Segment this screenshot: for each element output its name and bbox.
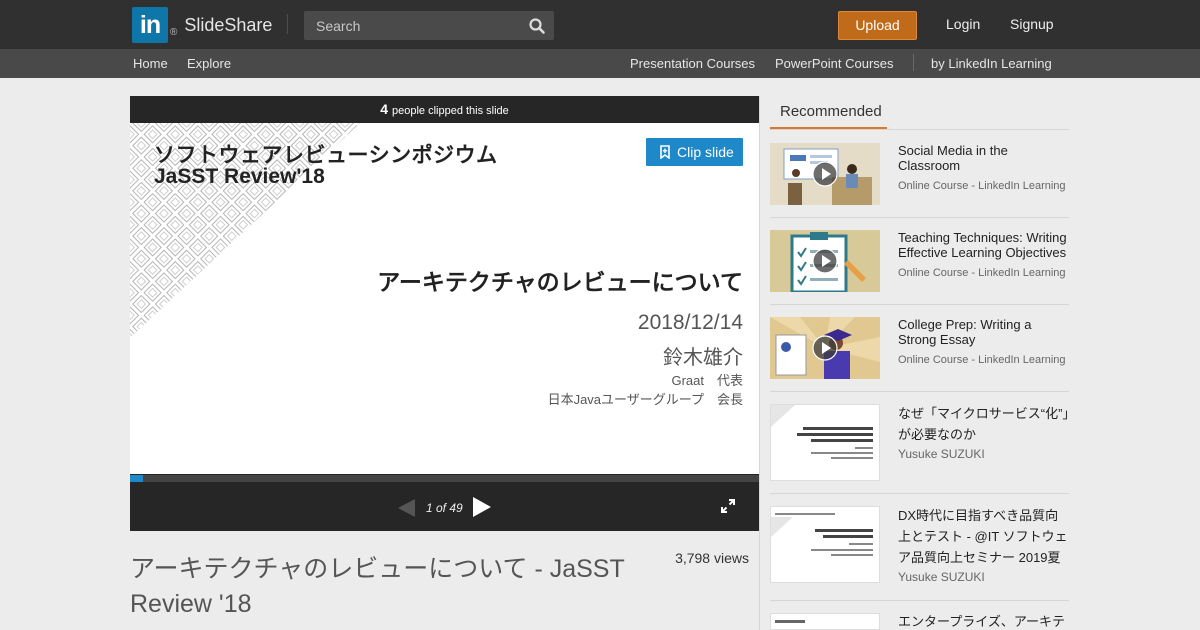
item-separator [770,304,1069,305]
registered-mark: ® [170,26,178,38]
slide-author: 鈴木雄介 [663,347,743,369]
recommended-item-title: なぜ「マイクロサービス“化”」が必要なのか [898,406,1069,442]
slide-role-1: Graat 代表 [671,373,743,388]
nav-explore[interactable]: Explore [187,56,231,71]
nav-home[interactable]: Home [133,56,168,71]
recommended-thumbnail [770,317,880,379]
nav-divider [913,54,914,71]
play-icon [812,161,838,187]
recommended-item-subtitle: Online Course - LinkedIn Learning [898,267,1066,279]
slide-progress-fill [130,475,143,482]
page-indicator: 1 of 49 [426,501,463,515]
recommended-item-title: DX時代に目指すべき品質向上とテスト - @IT ソフトウェア品質向上セミナー … [898,508,1068,565]
slideshare-logo[interactable]: in ® SlideShare [132,7,272,43]
sidebar-divider [759,96,760,630]
item-separator [770,217,1069,218]
slide-date: 2018/12/14 [637,311,743,334]
logo-text: SlideShare [184,14,273,35]
slide-title-line2: JaSST Review'18 [154,165,325,188]
recommended-thumbnail [770,230,880,292]
recommended-item-title: Social Media in the Classroom [898,143,1008,173]
recommended-item-subtitle: Online Course - LinkedIn Learning [898,180,1066,192]
fullscreen-icon[interactable] [721,499,735,513]
slide-progress-bar[interactable] [130,475,759,482]
recommended-thumbnail [770,613,880,630]
view-count: 3,798 views [675,550,749,566]
item-separator [770,600,1069,601]
recommended-item-title: Teaching Techniques: Writing Effective L… [898,230,1067,260]
slide-player: 4 people clipped this slide ソフトウェアレビューシンポ… [130,96,759,531]
slide-main-title: アーキテクチャのレビューについて [377,269,743,295]
recommended-thumbnail [770,404,880,481]
recommended-thumbnail [770,143,880,205]
player-controls: 1 of 49 [130,482,759,531]
item-separator [770,391,1069,392]
play-icon [812,335,838,361]
sub-navigation: Home Explore Presentation Courses PowerP… [0,49,1200,78]
recommended-item-author: Yusuke SUZUKI [898,570,985,584]
login-link[interactable]: Login [946,16,980,32]
recommended-thumbnail [770,506,880,583]
recommended-item-author: Yusuke SUZUKI [898,447,985,461]
recommended-item-subtitle: Online Course - LinkedIn Learning [898,354,1066,366]
top-header: in ® SlideShare Upload Login Signup [0,0,1200,49]
slide-thumbnail-icon [771,507,879,582]
play-icon [812,248,838,274]
linkedin-logo-icon: in [132,7,168,43]
clip-slide-label: Clip slide [677,144,734,160]
tab-recommended[interactable]: Recommended [770,96,887,130]
slide-thumbnail-icon [771,614,879,629]
recommended-item-title: College Prep: Writing a Strong Essay [898,317,1032,347]
clip-slide-button[interactable]: Clip slide [646,138,743,166]
slide-view[interactable]: ソフトウェアレビューシンポジウム JaSST Review'18 アーキテクチャ… [130,123,759,474]
nav-presentation-courses[interactable]: Presentation Courses [630,56,755,71]
sidebar-tab-rule [770,129,1069,130]
document-title: アーキテクチャのレビューについて - JaSST Review '18 [130,555,625,618]
clip-icon [660,145,670,159]
previous-slide-icon[interactable] [398,499,416,517]
recommended-item-title: エンタープライズ、アーキテ [898,614,1066,629]
clip-count-number: 4 [380,101,388,117]
slide-role-2: 日本Javaユーザーグループ 会長 [547,392,743,407]
next-slide-icon[interactable] [473,497,491,517]
search-box [304,11,554,40]
clip-count-text: people clipped this slide [391,105,509,117]
clip-count-bar: 4 people clipped this slide [130,96,759,123]
item-separator [770,493,1069,494]
nav-linkedin-learning[interactable]: by LinkedIn Learning [931,56,1052,71]
header-divider [287,14,288,34]
slide-thumbnail-icon [771,405,879,480]
signup-link[interactable]: Signup [1010,16,1054,32]
upload-button[interactable]: Upload [838,11,917,40]
search-input[interactable] [304,11,519,40]
search-icon[interactable] [528,17,546,35]
nav-powerpoint-courses[interactable]: PowerPoint Courses [775,56,894,71]
